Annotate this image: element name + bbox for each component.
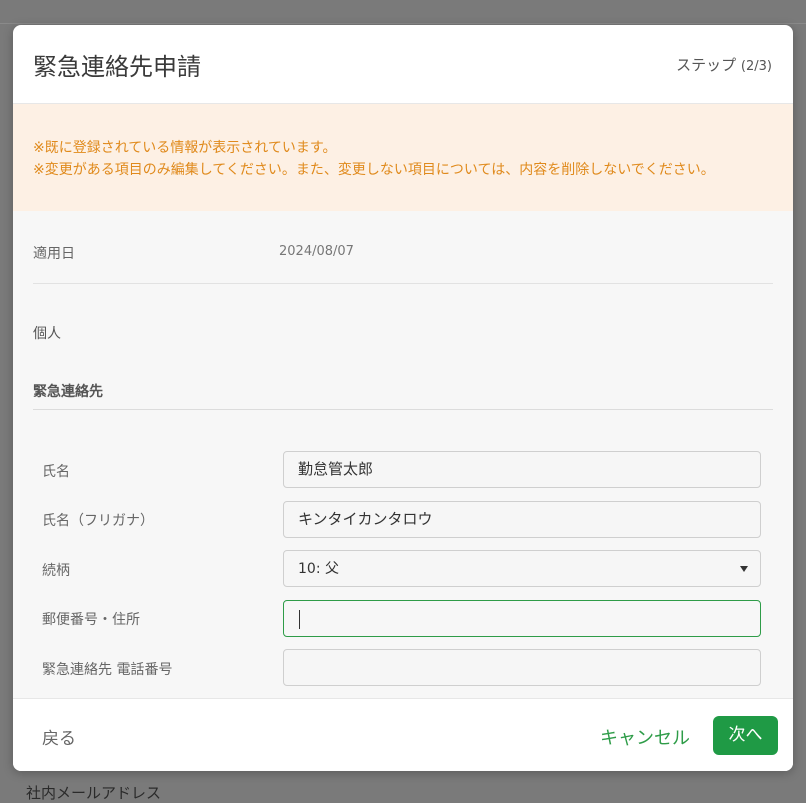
text-cursor — [299, 610, 300, 629]
form-content: 適用日 2024/08/07 個人 緊急連絡先 氏名 勤怠管太郎 氏名（フリガナ… — [13, 211, 793, 698]
relation-label: 続柄 — [42, 563, 70, 579]
next-button[interactable]: 次へ — [713, 716, 778, 755]
section-title-emergency-contact: 緊急連絡先 — [33, 384, 103, 400]
emergency-contact-modal: 緊急連絡先申請 ステップ (2/3) ※既に登録されている情報が表示されています… — [13, 25, 793, 771]
notice-banner: ※既に登録されている情報が表示されています。 ※変更がある項目のみ編集してくださ… — [13, 104, 793, 211]
relation-select[interactable]: 10: 父 — [283, 550, 761, 587]
apply-date-row: 適用日 2024/08/07 — [33, 211, 773, 284]
address-input[interactable] — [283, 600, 761, 637]
address-label: 郵便番号・住所 — [42, 612, 140, 628]
relation-selected-value: 10: 父 — [298, 561, 339, 577]
cancel-button[interactable]: キャンセル — [600, 724, 690, 750]
phone-input[interactable] — [283, 649, 761, 686]
caret-down-icon — [740, 566, 748, 572]
individual-label: 個人 — [33, 326, 61, 342]
apply-date-value: 2024/08/07 — [279, 244, 354, 259]
back-button[interactable]: 戻る — [42, 724, 76, 749]
modal-title: 緊急連絡先申請 — [33, 53, 201, 81]
modal-header: 緊急連絡先申請 ステップ (2/3) — [13, 25, 793, 104]
phone-label: 緊急連絡先 電話番号 — [42, 662, 173, 678]
notice-line-1: ※既に登録されている情報が表示されています。 — [33, 140, 337, 156]
section-divider — [33, 409, 773, 410]
background-divider — [0, 23, 806, 24]
modal-footer: 戻る キャンセル 次へ — [13, 698, 793, 771]
apply-date-label: 適用日 — [33, 246, 75, 262]
kana-label: 氏名（フリガナ） — [42, 513, 154, 529]
name-label: 氏名 — [42, 464, 70, 480]
step-prefix: ステップ — [676, 56, 741, 74]
name-input[interactable]: 勤怠管太郎 — [283, 451, 761, 488]
step-count: (2/3) — [740, 59, 772, 74]
notice-line-2: ※変更がある項目のみ編集してください。また、変更しない項目については、内容を削除… — [33, 162, 715, 178]
kana-input[interactable]: キンタイカンタロウ — [283, 501, 761, 538]
step-indicator: ステップ (2/3) — [676, 54, 772, 75]
